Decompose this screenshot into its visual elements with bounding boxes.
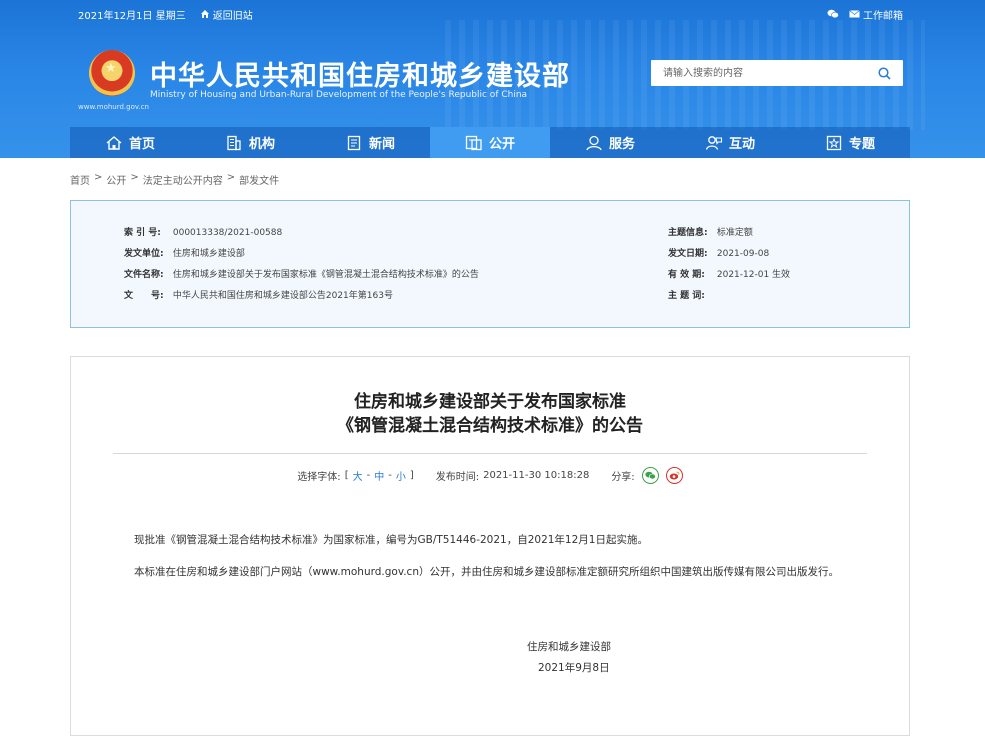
signature-date: 2021年9月8日 (538, 662, 610, 674)
meta-index: 索 引 号: 000013338/2021-00588 (124, 228, 283, 238)
topbar-left: 2021年12月1日 星期三 返回旧站 (78, 6, 253, 22)
meta-date: 发文日期: 2021-09-08 (668, 249, 770, 259)
site-header: 2021年12月1日 星期三 返回旧站 工作邮箱 ★ www.mohurd.go… (0, 0, 985, 158)
meta-name-value: 住房和城乡建设部关于发布国家标准《钢管混凝土混合结构技术标准》的公告 (172, 270, 479, 280)
search-button[interactable] (875, 64, 893, 82)
search-input[interactable] (651, 61, 861, 85)
meta-name: 文件名称: 住房和城乡建设部关于发布国家标准《钢管混凝土混合结构技术标准》的公告 (124, 270, 479, 280)
site-title[interactable]: 中华人民共和国住房和城乡建设部 (150, 54, 570, 93)
meta-docno-value: 中华人民共和国住房和城乡建设部公告2021年第163号 (172, 291, 393, 301)
nav-item-home[interactable]: 首页 (70, 127, 190, 158)
topbar-right: 工作邮箱 (827, 6, 903, 22)
nav-item-open[interactable]: 公开 (430, 127, 550, 158)
meta-topic-value: 标准定额 (716, 228, 753, 238)
article-panel: 住房和城乡建设部关于发布国家标准 《钢管混凝土混合结构技术标准》的公告 选择字体… (70, 356, 910, 736)
current-date: 2021年12月1日 星期三 (78, 10, 186, 22)
meta-valid-value: 2021-12-01 生效 (716, 270, 791, 280)
article-paragraph-1: 现批准《钢管混凝土混合结构技术标准》为国家标准，编号为GB/T51446-202… (134, 534, 648, 546)
site-url: www.mohurd.gov.cn (78, 103, 149, 111)
breadcrumb-docs[interactable]: 部发文件 (239, 172, 279, 187)
font-size-label: 选择字体: (297, 472, 341, 483)
font-large-button[interactable]: 大 (353, 468, 363, 483)
signature-organization: 住房和城乡建设部 (527, 641, 611, 653)
article-title-line-2: 《钢管混凝土混合结构技术标准》的公告 (337, 416, 643, 436)
search-icon (877, 66, 891, 80)
search-box (651, 60, 903, 86)
nav-label: 专题 (848, 137, 875, 152)
chat-person-icon (705, 134, 723, 152)
building-icon (225, 134, 243, 152)
breadcrumb-separator: > (94, 172, 103, 183)
meta-unit-value: 住房和城乡建设部 (172, 249, 245, 259)
nav-item-news[interactable]: 新闻 (310, 127, 430, 158)
share-wechat-icon[interactable] (641, 467, 659, 484)
nav-label: 新闻 (368, 137, 395, 152)
work-mail-link[interactable]: 工作邮箱 (849, 7, 903, 22)
old-site-label: 返回旧站 (212, 10, 253, 22)
nav-label: 首页 (128, 137, 155, 152)
house-icon (105, 134, 123, 152)
font-bracket-close: ] (409, 470, 414, 481)
font-separator: - (388, 470, 392, 481)
work-mail-label: 工作邮箱 (863, 10, 903, 22)
meta-keyword: 主 题 词: (668, 291, 705, 301)
breadcrumb-separator: > (226, 172, 236, 183)
meta-date-value: 2021-09-08 (716, 249, 770, 259)
star-box-icon (825, 134, 843, 152)
meta-valid: 有 效 期: 2021-12-01 生效 (668, 270, 791, 280)
nav-item-interact[interactable]: 互动 (670, 127, 790, 158)
document-icon (465, 134, 483, 152)
nav-item-org[interactable]: 机构 (190, 127, 310, 158)
breadcrumb-open[interactable]: 公开 (106, 172, 126, 187)
site-subtitle: Ministry of Housing and Urban-Rural Deve… (150, 90, 528, 100)
share-label: 分享: (611, 472, 635, 483)
national-emblem-icon: ★ (89, 50, 135, 96)
share-weibo-icon[interactable] (665, 467, 683, 484)
breadcrumb-separator: > (130, 172, 139, 183)
nav-label: 机构 (248, 137, 275, 152)
old-site-link[interactable]: 返回旧站 (200, 7, 253, 22)
article-paragraph-2: 本标准在住房和城乡建设部门户网站（www.mohurd.gov.cn）公开，并由… (134, 566, 839, 578)
breadcrumb-law[interactable]: 法定主动公开内容 (143, 172, 223, 187)
font-bracket-open: [ (344, 470, 349, 481)
meta-topic: 主题信息: 标准定额 (668, 228, 753, 238)
title-divider (113, 453, 867, 454)
home-icon (200, 10, 209, 18)
font-small-button[interactable]: 小 (396, 468, 406, 483)
main-nav: 首页 机构 新闻 公开 服务 互动 专题 (70, 127, 910, 158)
font-medium-button[interactable]: 中 (374, 468, 384, 483)
publish-time-value: 2021-11-30 10:18:28 (483, 470, 590, 481)
nav-item-service[interactable]: 服务 (550, 127, 670, 158)
meta-index-value: 000013338/2021-00588 (172, 228, 283, 238)
mail-icon (849, 10, 860, 18)
article-title-line-1: 住房和城乡建设部关于发布国家标准 (354, 392, 626, 412)
font-separator: - (366, 470, 371, 481)
breadcrumb: 首页 > 公开 > 法定主动公开内容 > 部发文件 (70, 172, 279, 187)
nav-item-topic[interactable]: 专题 (790, 127, 910, 158)
person-icon (585, 134, 603, 152)
meta-docno: 文 号: 中华人民共和国住房和城乡建设部公告2021年第163号 (124, 291, 393, 301)
nav-label: 公开 (488, 137, 515, 152)
publish-time-label: 发布时间: (435, 472, 480, 483)
document-metadata-box: 索 引 号: 000013338/2021-00588 发文单位: 住房和城乡建… (70, 200, 910, 328)
nav-label: 服务 (608, 137, 635, 152)
nav-label: 互动 (728, 137, 755, 152)
meta-unit: 发文单位: 住房和城乡建设部 (124, 249, 245, 259)
article-toolbar: 选择字体: [ 大 - 中 - 小 ] 发布时间: 2021-11-30 10:… (71, 467, 909, 484)
newspaper-icon (345, 134, 363, 152)
breadcrumb-home[interactable]: 首页 (70, 172, 90, 187)
wechat-icon[interactable] (827, 9, 839, 19)
